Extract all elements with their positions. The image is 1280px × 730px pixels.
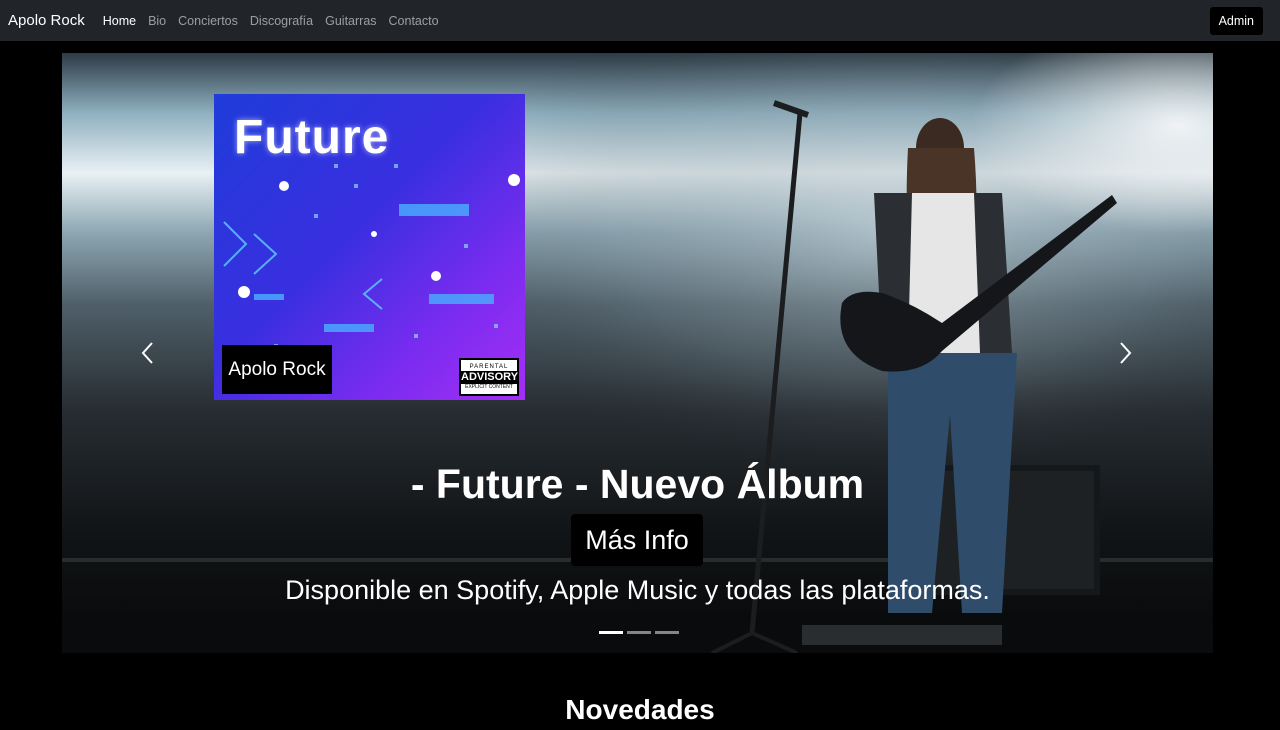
parental-advisory-label: PARENTAL ADVISORY EXPLICIT CONTENT xyxy=(459,358,519,396)
nav-link-contacto[interactable]: Contacto xyxy=(389,14,439,28)
section-title-novedades: Novedades xyxy=(565,694,715,725)
nav-link-conciertos[interactable]: Conciertos xyxy=(178,14,238,28)
more-info-button[interactable]: Más Info xyxy=(571,514,703,566)
carousel-indicator-3[interactable] xyxy=(655,631,679,634)
advisory-bottom-text: EXPLICIT CONTENT xyxy=(465,383,513,390)
carousel-next-button[interactable] xyxy=(1110,338,1140,368)
carousel-prev-button[interactable] xyxy=(133,338,163,368)
navbar: Apolo Rock Home Bio Conciertos Discograf… xyxy=(0,0,1280,41)
advisory-top-text: PARENTAL xyxy=(469,363,509,370)
carousel-indicators xyxy=(599,631,679,634)
chevron-left-icon xyxy=(141,342,153,364)
advisory-main-text: ADVISORY xyxy=(461,370,519,384)
slide-caption-title: - Future - Nuevo Álbum xyxy=(410,461,865,507)
nav-link-home[interactable]: Home xyxy=(103,14,136,28)
album-cover[interactable]: Future Apolo Rock PARENTAL ADVISORY EXPL… xyxy=(214,94,525,400)
brand-link[interactable]: Apolo Rock xyxy=(8,12,85,29)
slide-caption-text: Disponible en Spotify, Apple Music y tod… xyxy=(285,575,990,605)
chevron-right-icon xyxy=(1120,342,1132,364)
carousel-indicator-2[interactable] xyxy=(627,631,651,634)
nav-link-discografia[interactable]: Discografía xyxy=(250,14,313,28)
album-cover-artist: Apolo Rock xyxy=(222,345,332,394)
hero-carousel: Future Apolo Rock PARENTAL ADVISORY EXPL… xyxy=(62,53,1213,653)
nav-link-guitarras[interactable]: Guitarras xyxy=(325,14,376,28)
nav-links: Home Bio Conciertos Discografía Guitarra… xyxy=(103,14,439,28)
admin-button[interactable]: Admin xyxy=(1209,6,1263,35)
carousel-indicator-1[interactable] xyxy=(599,631,623,634)
nav-link-bio[interactable]: Bio xyxy=(148,14,166,28)
album-cover-title: Future xyxy=(234,111,390,164)
